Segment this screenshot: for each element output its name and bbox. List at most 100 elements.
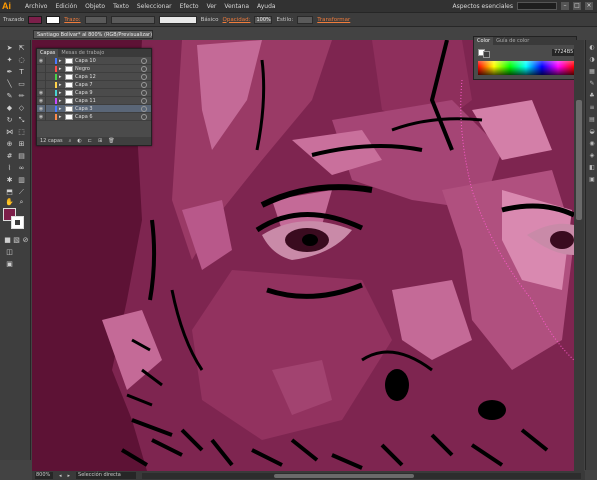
visibility-eye-icon[interactable]: ◉ [37,90,45,96]
locate-object-icon[interactable]: ⌕ [69,138,72,144]
horizontal-scroll-thumb[interactable] [273,473,414,478]
zoom-level-field[interactable]: 800% [35,472,53,479]
search-input[interactable] [517,2,557,10]
menu-objeto[interactable]: Objeto [81,3,109,10]
lock-toggle[interactable] [45,72,53,81]
make-clipping-mask-icon[interactable]: ◐ [77,138,81,144]
variable-width-field[interactable] [110,15,155,24]
close-icon[interactable]: × [585,2,593,10]
fill-swatch[interactable] [28,15,43,24]
menu-ver[interactable]: Ver [203,3,221,10]
layer-target-icon[interactable] [141,97,147,104]
graphic-styles-icon[interactable]: ◈ [588,152,596,160]
menu-ventana[interactable]: Ventana [220,3,253,10]
layer-target-icon[interactable] [141,57,147,64]
stroke-link[interactable]: Trazo: [64,17,80,23]
menu-seleccionar[interactable]: Seleccionar [133,3,176,10]
rotate-tool-icon[interactable]: ↻ [4,116,15,125]
draw-mode-icon[interactable]: ◫ [4,248,15,257]
magic-wand-tool-icon[interactable]: ✦ [4,56,15,65]
vertical-scroll-thumb[interactable] [576,100,582,220]
visibility-eye-icon[interactable]: ◉ [37,114,45,120]
visibility-eye-icon[interactable]: ◉ [37,98,45,104]
zoom-tool-icon[interactable]: ⌕ [16,198,27,207]
workspace-switcher[interactable]: Aspectos esenciales [452,3,513,10]
layer-row[interactable]: ◉ ▸ Capa 6 [37,112,151,121]
layer-row[interactable]: ▸ Capa 7 [37,80,151,89]
layer-target-icon[interactable] [141,65,147,72]
stroke-color-swatch[interactable] [11,216,24,229]
perspective-grid-tool-icon[interactable]: ⊞ [16,140,27,149]
free-transform-tool-icon[interactable]: ⬚ [16,128,27,137]
delete-layer-icon[interactable]: 🗑 [108,138,114,144]
lasso-tool-icon[interactable]: ◌ [16,56,27,65]
color-guide-icon[interactable]: ◑ [588,56,596,64]
stroke-panel-icon[interactable]: ≡ [588,104,596,112]
direct-selection-tool-icon[interactable]: ⇱ [16,44,27,53]
menu-texto[interactable]: Texto [109,3,133,10]
document-tab[interactable]: Santiago Bolívar* al 800% (RGB/Previsual… [33,30,153,39]
stroke-color-mini-swatch[interactable] [483,51,490,58]
stroke-weight-field[interactable] [84,15,107,24]
tab-guia-de-color[interactable]: Guía de color [493,37,532,45]
menu-ayuda[interactable]: Ayuda [253,3,280,10]
tab-color[interactable]: Color [474,37,494,45]
style-dropdown[interactable] [297,15,314,24]
menu-archivo[interactable]: Archivo [21,3,51,10]
layer-row[interactable]: ◉ ▸ Capa 9 [37,88,151,97]
lock-toggle[interactable] [45,104,53,113]
next-artboard-icon[interactable]: ▸ [68,473,71,479]
horizontal-scrollbar[interactable] [142,472,581,479]
maximize-icon[interactable]: □ [573,2,581,10]
slice-tool-icon[interactable]: ⟋ [16,188,27,197]
prev-artboard-icon[interactable]: ◂ [59,473,62,479]
hex-value-field[interactable]: 7724B5 [552,49,574,56]
width-tool-icon[interactable]: ⋈ [4,128,15,137]
layer-row[interactable]: ▸ Negro [37,64,151,73]
gradient-panel-icon[interactable]: ▤ [588,116,596,124]
shape-builder-tool-icon[interactable]: ⊕ [4,140,15,149]
brush-tool-icon[interactable]: ✎ [4,92,15,101]
transparency-icon[interactable]: ◒ [588,128,596,136]
scale-tool-icon[interactable]: ⤡ [16,116,27,125]
layer-target-icon[interactable] [141,73,147,80]
line-tool-icon[interactable]: ╲ [4,80,15,89]
selection-tool-icon[interactable]: ➤ [4,44,15,53]
lock-toggle[interactable] [45,112,53,121]
blob-brush-tool-icon[interactable]: ◆ [4,104,15,113]
opacity-link[interactable]: Opacidad: [223,17,251,23]
transform-link[interactable]: Transformar [317,17,350,23]
eraser-tool-icon[interactable]: ◇ [16,104,27,113]
color-panel-icon[interactable]: ◐ [588,44,596,52]
lock-toggle[interactable] [45,80,53,89]
none-mode-icon[interactable]: ⊘ [20,236,31,245]
lock-toggle[interactable] [45,64,53,73]
layer-target-icon[interactable] [141,89,147,96]
pen-tool-icon[interactable]: ✒ [4,68,15,77]
brushes-icon[interactable]: ✎ [588,80,596,88]
layer-target-icon[interactable] [141,105,147,112]
minimize-icon[interactable]: – [561,2,569,10]
layer-row-selected[interactable]: ◉ ▸ Capa 3 [37,104,151,113]
pencil-tool-icon[interactable]: ✏ [16,92,27,101]
lock-toggle[interactable] [45,88,53,97]
mesh-tool-icon[interactable]: # [4,152,15,161]
artboard-tool-icon[interactable]: ⬒ [4,188,15,197]
screen-mode-icon[interactable]: ▣ [4,260,15,269]
layer-target-icon[interactable] [141,113,147,120]
vertical-scrollbar[interactable] [574,40,584,471]
blend-tool-icon[interactable]: ∞ [16,164,27,173]
swatches-icon[interactable]: ▦ [588,68,596,76]
layer-row[interactable]: ◉ ▸ Capa 11 [37,96,151,105]
brush-dropdown[interactable] [158,15,197,24]
layer-row[interactable]: ◉ ▸ Capa 10 [37,56,151,65]
layer-row[interactable]: ▸ Capa 12 [37,72,151,81]
opacity-field[interactable]: 100% [254,15,273,24]
rectangle-tool-icon[interactable]: ▭ [16,80,27,89]
tab-mesas-de-trabajo[interactable]: Mesas de trabajo [58,49,107,57]
appearance-icon[interactable]: ◉ [588,140,596,148]
lock-toggle[interactable] [45,96,53,105]
visibility-eye-icon[interactable]: ◉ [37,106,45,112]
graph-tool-icon[interactable]: ▥ [16,176,27,185]
visibility-eye-icon[interactable]: ◉ [37,58,45,64]
